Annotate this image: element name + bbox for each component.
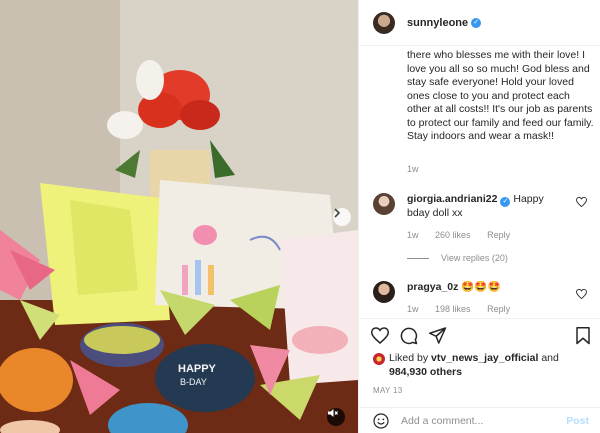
- share-icon[interactable]: [429, 327, 447, 344]
- liked-by-prefix: Liked by: [389, 352, 432, 364]
- liked-by-mid: and: [538, 352, 559, 364]
- liked-by-count[interactable]: 984,930 others: [389, 366, 462, 378]
- post-media-video[interactable]: HAPPY B-DAY: [0, 0, 358, 433]
- next-media-button[interactable]: [333, 208, 351, 226]
- caption-timestamp[interactable]: 1w: [407, 164, 419, 174]
- comment-like-heart-icon[interactable]: [576, 289, 587, 299]
- post-dialog: HAPPY B-DAY sunnyleone ✓ there who bless…: [0, 0, 600, 433]
- post-header: sunnyleone ✓: [359, 0, 600, 46]
- comment-time[interactable]: 1w: [407, 230, 419, 240]
- comment-item: pragya_0z 🤩🤩🤩 1w 198 likes Reply: [373, 281, 593, 316]
- commenter-username[interactable]: pragya_0z: [407, 281, 458, 293]
- post-actions: Liked by vtv_news_jay_official and 984,9…: [359, 318, 600, 433]
- commenter-avatar[interactable]: [373, 193, 395, 215]
- chevron-right-icon: [334, 208, 341, 218]
- post-date[interactable]: MAY 13: [373, 386, 403, 395]
- commenter-username[interactable]: giorgia.andriani22: [407, 193, 497, 205]
- heart-icon[interactable]: [371, 327, 389, 344]
- likes-summary: Liked by vtv_news_jay_official and 984,9…: [373, 352, 559, 379]
- comment-like-heart-icon[interactable]: [576, 197, 587, 207]
- view-replies-button[interactable]: View replies (20): [407, 253, 508, 263]
- reply-button[interactable]: Reply: [487, 230, 510, 240]
- liked-by-user[interactable]: vtv_news_jay_official: [431, 352, 538, 364]
- muted-speaker-icon: [328, 409, 338, 417]
- birthday-cards-photo: HAPPY B-DAY: [0, 0, 358, 433]
- comment-likes[interactable]: 198 likes: [435, 304, 471, 314]
- comment-icon[interactable]: [400, 327, 418, 345]
- mute-toggle-button[interactable]: [327, 408, 345, 426]
- comment-likes[interactable]: 260 likes: [435, 230, 471, 240]
- post-caption: there who blesses me with their love! I …: [407, 49, 594, 142]
- author-username[interactable]: sunnyleone: [407, 17, 468, 29]
- verified-badge-icon: ✓: [471, 17, 482, 28]
- comment-input[interactable]: Add a comment...: [401, 415, 566, 427]
- liker-avatar[interactable]: [373, 353, 385, 365]
- post-sidebar: sunnyleone ✓ there who blesses me with t…: [358, 0, 600, 433]
- svg-text:HAPPY: HAPPY: [178, 363, 217, 375]
- replies-divider: [407, 257, 429, 259]
- comment-time[interactable]: 1w: [407, 304, 419, 314]
- reply-button[interactable]: Reply: [487, 304, 510, 314]
- verified-badge-icon: ✓: [500, 197, 511, 207]
- comment-item: giorgia.andriani22 ✓ Happy bday doll xx 1…: [373, 193, 593, 242]
- smiley-icon[interactable]: [373, 413, 389, 429]
- bookmark-icon[interactable]: [575, 327, 591, 345]
- svg-text:B-DAY: B-DAY: [180, 377, 207, 387]
- comment-text: 🤩🤩🤩: [461, 281, 501, 293]
- author-avatar[interactable]: [373, 11, 395, 34]
- view-replies-label: View replies (20): [441, 253, 508, 263]
- post-comment-button[interactable]: Post: [566, 415, 589, 427]
- comment-composer: Add a comment... Post: [359, 407, 600, 433]
- commenter-avatar[interactable]: [373, 281, 395, 303]
